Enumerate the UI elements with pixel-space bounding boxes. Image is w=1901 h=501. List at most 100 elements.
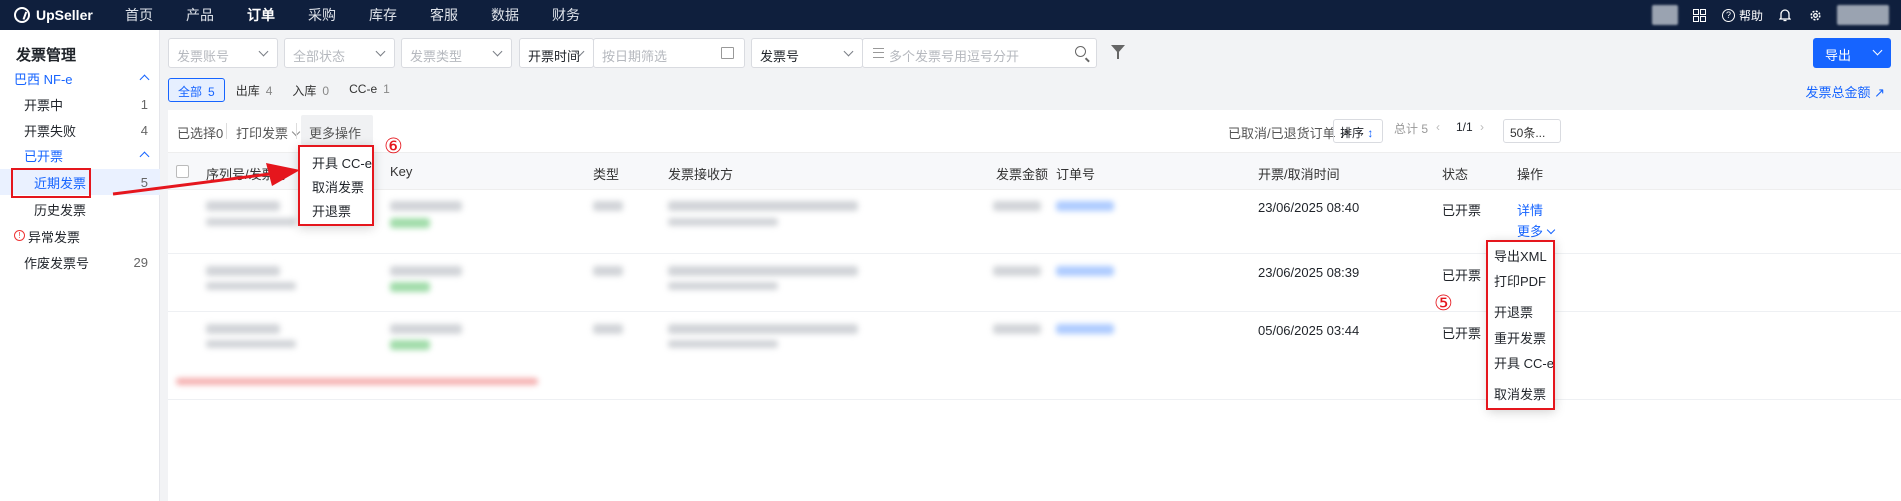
tab-count: 1 [383,82,390,96]
redacted-error-message [176,378,538,385]
redacted-receiver [668,266,858,276]
nav-inventory[interactable]: 库存 [369,5,397,25]
row-more-button[interactable]: 更多 [1517,221,1556,240]
external-link-icon: ↗ [1874,85,1885,100]
filter-icon[interactable] [1111,45,1125,59]
nav-customer-service[interactable]: 客服 [430,5,458,25]
redacted-order-number[interactable] [1056,324,1114,334]
date-filter-input[interactable]: 按日期筛选 [593,38,745,68]
chevron-down-icon [492,46,503,57]
redacted-order-number[interactable] [1056,266,1114,276]
sidebar-item-failed[interactable]: 开票失败 4 [0,118,160,142]
redacted-user-account[interactable] [1837,5,1889,25]
upseller-logo[interactable]: UpSeller [0,7,125,23]
sidebar-item-void-numbers[interactable]: 作废发票号 29 [0,250,160,274]
help-button[interactable]: ? 帮助 [1721,7,1763,24]
nav-data[interactable]: 数据 [491,5,519,25]
menu-item-reissue-invoice[interactable]: 重开发票 [1494,328,1546,347]
number-field-select[interactable]: 发票号 [751,38,863,68]
redacted-receiver [668,201,858,211]
nav-orders[interactable]: 订单 [247,5,275,25]
help-label: 帮助 [1738,8,1763,23]
menu-item-refund-invoice[interactable]: 开退票 [312,201,351,220]
sort-icon: ↕ [1367,126,1374,140]
annotation-number-six: ⑥ [384,135,403,158]
total-amount-link[interactable]: 发票总金额 ↗ [1805,82,1885,101]
more-operations-button[interactable]: 更多操作 [301,115,373,153]
invoice-number-search-input[interactable]: 多个发票号用逗号分开 [862,38,1097,68]
time-field-select[interactable]: 开票时间 [519,38,594,68]
redacted-receiver-sub [668,218,778,226]
redacted-key-badge [390,340,430,350]
col-action: 操作 [1517,167,1544,182]
status-select[interactable]: 全部状态 [284,38,395,68]
redacted-amount [993,324,1041,334]
list-icon [873,48,884,58]
sidebar-item-label: 开票中 [24,97,64,113]
chevron-down-icon [375,46,386,57]
cancelled-orders-link[interactable]: 已取消/已退货订单 ↗ [1228,123,1350,142]
next-page-icon[interactable]: › [1480,120,1484,134]
tab-inbound[interactable]: 入库 0 [283,78,338,102]
main-content: 发票账号 全部状态 发票类型 开票时间 按日期筛选 发票号 多个发票号用逗号分开… [168,30,1901,501]
chevron-down-icon [1546,225,1556,235]
gear-icon[interactable] [1807,7,1823,23]
link-label: 发票总金额 [1805,85,1871,100]
input-placeholder: 多个发票号用逗号分开 [889,49,1020,64]
redacted-type [593,324,623,334]
col-status: 状态 [1442,167,1469,182]
bell-icon[interactable] [1777,7,1793,23]
prev-page-icon[interactable]: ‹ [1436,120,1440,134]
redacted-order-number[interactable] [1056,201,1114,211]
divider [296,123,297,139]
invoice-type-select[interactable]: 发票类型 [401,38,512,68]
tab-all[interactable]: 全部 5 [168,78,225,102]
tab-label: 出库 [235,84,260,98]
nav-products[interactable]: 产品 [186,5,214,25]
invoice-account-select[interactable]: 发票账号 [168,38,278,68]
page-size-select[interactable]: 50条... [1503,119,1561,143]
input-placeholder: 按日期筛选 [602,49,668,64]
tab-cce[interactable]: CC-e 1 [340,78,399,102]
export-button[interactable]: 导出 [1813,38,1891,68]
menu-item-refund-invoice[interactable]: 开退票 [1494,302,1533,321]
sidebar-item-issuing[interactable]: 开票中 1 [0,92,160,116]
redacted-receiver [668,324,858,334]
sidebar: 发票管理 巴西 NF-e 开票中 1 开票失败 4 已开票 近期发票 5 历史发… [0,30,160,501]
calendar-icon [721,47,734,59]
invoice-status: 已开票 [1442,326,1482,341]
redacted-shop-avatar[interactable] [1651,5,1678,25]
redacted-key [390,266,462,276]
detail-link[interactable]: 详情 [1517,200,1543,219]
sidebar-group-brazil-nfe[interactable]: 巴西 NF-e [0,66,160,90]
select-value: 50条... [1510,126,1546,140]
tab-label: 全部 [178,85,203,99]
warning-icon: ! [14,230,25,241]
tab-count: 0 [322,84,330,98]
tab-outbound[interactable]: 出库 4 [227,78,282,102]
menu-item-issue-cce[interactable]: 开具 CC-e [1494,353,1554,372]
invoice-time: 05/06/2025 03:44 [1258,323,1360,338]
sidebar-item-count: 29 [133,254,148,270]
sort-button[interactable]: 排序 ↕ [1333,119,1383,143]
print-invoice-button[interactable]: 打印发票 [236,123,301,142]
nav-finance[interactable]: 财务 [552,5,580,25]
nav-home[interactable]: 首页 [125,5,153,25]
sidebar-item-label: 开票失败 [24,123,77,139]
menu-item-cancel-invoice[interactable]: 取消发票 [312,177,364,196]
menu-item-issue-cce[interactable]: 开具 CC-e [312,153,372,172]
menu-item-print-pdf[interactable]: 打印PDF [1494,271,1546,290]
menu-item-cancel-invoice[interactable]: 取消发票 [1494,384,1546,403]
redacted-key-badge [390,218,430,228]
sidebar-item-abnormal-invoices[interactable]: ! 异常发票 [0,224,160,248]
tab-label: 入库 [292,84,317,98]
chevron-down-icon [258,46,269,57]
redacted-key-badge [390,282,430,292]
table-row: 23/06/2025 08:39 已开票 [168,254,1901,312]
redacted-amount [993,266,1041,276]
nav-purchase[interactable]: 采购 [308,5,336,25]
grid-apps-icon[interactable] [1692,7,1708,23]
menu-item-export-xml[interactable]: 导出XML [1494,246,1547,265]
redacted-seq [206,266,280,276]
sidebar-item-count: 1 [140,96,148,112]
